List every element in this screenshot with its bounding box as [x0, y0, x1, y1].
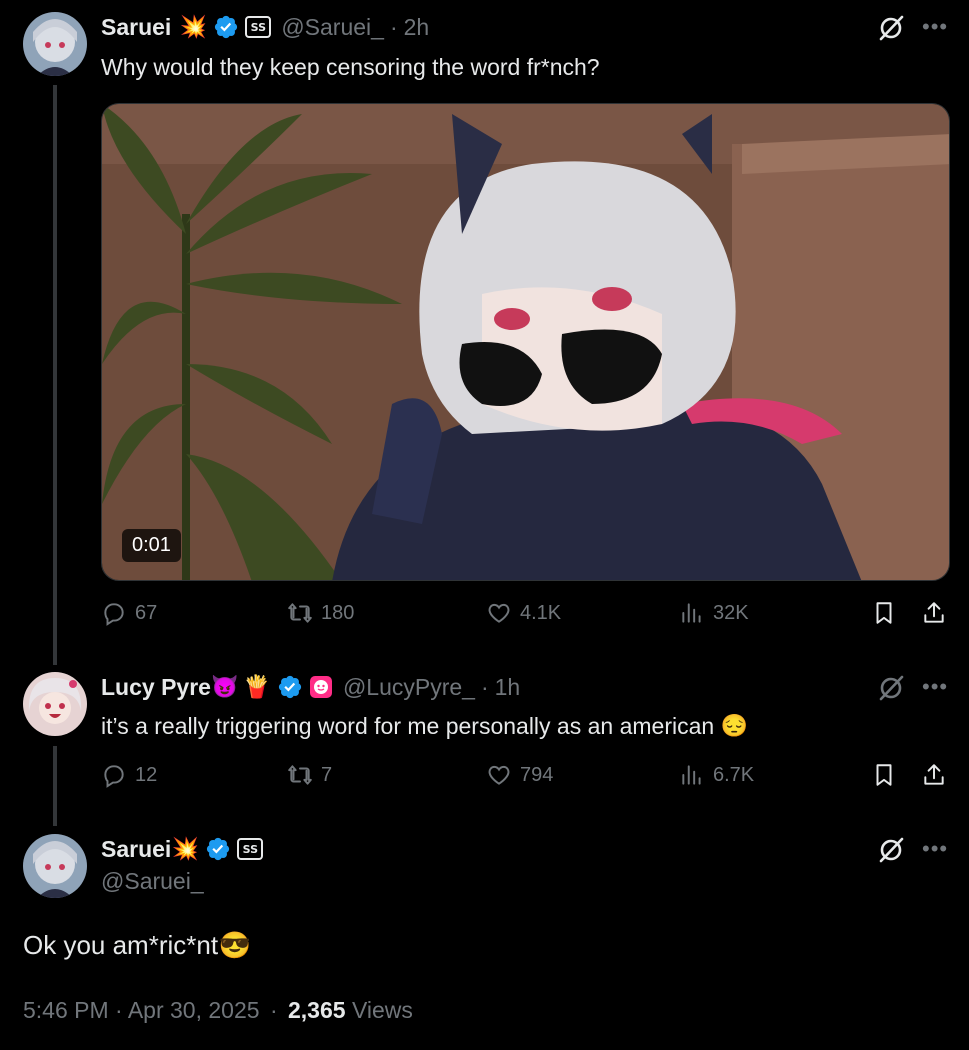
heart-icon: [488, 765, 510, 785]
fries-emoji: 🍟: [243, 674, 271, 699]
tweet-text: Ok you am*ric*nt 😎: [23, 928, 252, 962]
tweet-text: Why would they keep censoring the word f…: [101, 54, 600, 80]
share-button[interactable]: [921, 762, 947, 788]
bookmark-icon: [876, 764, 892, 786]
more-options-icon[interactable]: •••: [922, 14, 948, 40]
tweet1-action-bar: 67 180 4.1K 32K: [101, 600, 951, 636]
views-count: 6.7K: [713, 763, 755, 786]
video-player[interactable]: 0:01: [101, 103, 950, 581]
display-name[interactable]: Saruei: [101, 836, 171, 863]
video-thumbnail: [102, 104, 949, 580]
affiliate-badge-icon[interactable]: [309, 675, 333, 699]
separator: ·: [389, 13, 398, 40]
reply-icon: [104, 603, 124, 626]
handle[interactable]: @Saruei_: [101, 868, 204, 895]
tweet2-action-bar: 12 7 794 6.7K: [101, 762, 951, 798]
tweet3-header: Saruei 💥 SS: [101, 834, 264, 864]
reply-button[interactable]: 12: [101, 762, 157, 788]
tweet-text-body: it’s a really triggering word for me per…: [101, 712, 715, 739]
avatar-saruei[interactable]: [23, 12, 87, 76]
like-button[interactable]: 794: [486, 762, 553, 788]
separator: ·: [480, 673, 489, 700]
views-count: 2,365: [288, 997, 346, 1023]
grok-icon[interactable]: [876, 835, 906, 865]
repost-button[interactable]: 180: [287, 600, 354, 626]
verified-icon[interactable]: [277, 674, 303, 700]
tweet2-header: Lucy Pyre 😈 🍟 @LucyPyre_ · 1h: [101, 672, 520, 702]
share-button[interactable]: [921, 600, 947, 626]
verified-icon[interactable]: [205, 836, 231, 862]
grok-icon[interactable]: [876, 13, 906, 43]
more-options-icon[interactable]: •••: [922, 836, 948, 862]
avatar-lucypyre[interactable]: [23, 672, 87, 736]
bookmark-button[interactable]: [871, 762, 897, 788]
affiliate-badge-icon[interactable]: SS: [237, 838, 264, 860]
like-count: 4.1K: [520, 601, 562, 624]
post-timestamp[interactable]: 5:46 PM · Apr 30, 2025: [23, 997, 260, 1023]
share-icon: [924, 602, 944, 623]
repost-count: 180: [321, 601, 355, 624]
bookmark-button[interactable]: [871, 600, 897, 626]
display-name[interactable]: Lucy Pyre: [101, 674, 211, 701]
collision-emoji: 💥: [179, 14, 208, 39]
views-label: Views: [351, 997, 413, 1023]
thread-line: [53, 746, 57, 826]
pensive-face-emoji: 😔: [720, 713, 748, 738]
heart-icon: [488, 603, 510, 623]
collision-emoji: 💥: [171, 836, 200, 861]
grok-icon[interactable]: [876, 673, 906, 703]
like-count: 794: [520, 763, 554, 786]
sunglasses-face-emoji: 😎: [218, 929, 252, 960]
repost-count: 7: [321, 763, 333, 786]
timestamp[interactable]: 2h: [404, 14, 430, 41]
analytics-icon: [682, 765, 701, 785]
tweet-text: it’s a really triggering word for me per…: [101, 712, 748, 740]
more-options-icon[interactable]: •••: [922, 674, 948, 700]
views-button[interactable]: 6.7K: [679, 762, 754, 788]
timestamp[interactable]: 1h: [495, 674, 521, 701]
reply-button[interactable]: 67: [101, 600, 157, 626]
tweet1-header: Saruei 💥 SS @Saruei_ · 2h: [101, 12, 429, 42]
reply-count: 12: [135, 763, 158, 786]
smiling-imp-emoji: 😈: [211, 674, 239, 699]
reply-icon: [104, 765, 124, 788]
separator: ·: [269, 997, 278, 1023]
repost-icon: [288, 765, 312, 785]
tweet-text-body: Ok you am*ric*nt: [23, 929, 219, 960]
analytics-icon: [682, 603, 701, 623]
tweet-meta: 5:46 PM · Apr 30, 2025 · 2,365 Views: [23, 997, 413, 1024]
display-name[interactable]: Saruei: [101, 14, 171, 41]
handle[interactable]: @Saruei_: [281, 14, 384, 41]
avatar-saruei[interactable]: [23, 834, 87, 898]
thread-line: [53, 85, 57, 665]
views-count: 32K: [713, 601, 749, 624]
handle[interactable]: @LucyPyre_: [343, 674, 475, 701]
share-icon: [924, 764, 944, 785]
repost-button[interactable]: 7: [287, 762, 332, 788]
reply-count: 67: [135, 601, 158, 624]
bookmark-icon: [876, 602, 892, 624]
like-button[interactable]: 4.1K: [486, 600, 561, 626]
repost-icon: [288, 603, 312, 623]
affiliate-badge-icon[interactable]: SS: [245, 16, 272, 38]
views-button[interactable]: 32K: [679, 600, 749, 626]
verified-icon[interactable]: [213, 14, 239, 40]
video-duration: 0:01: [122, 529, 181, 562]
